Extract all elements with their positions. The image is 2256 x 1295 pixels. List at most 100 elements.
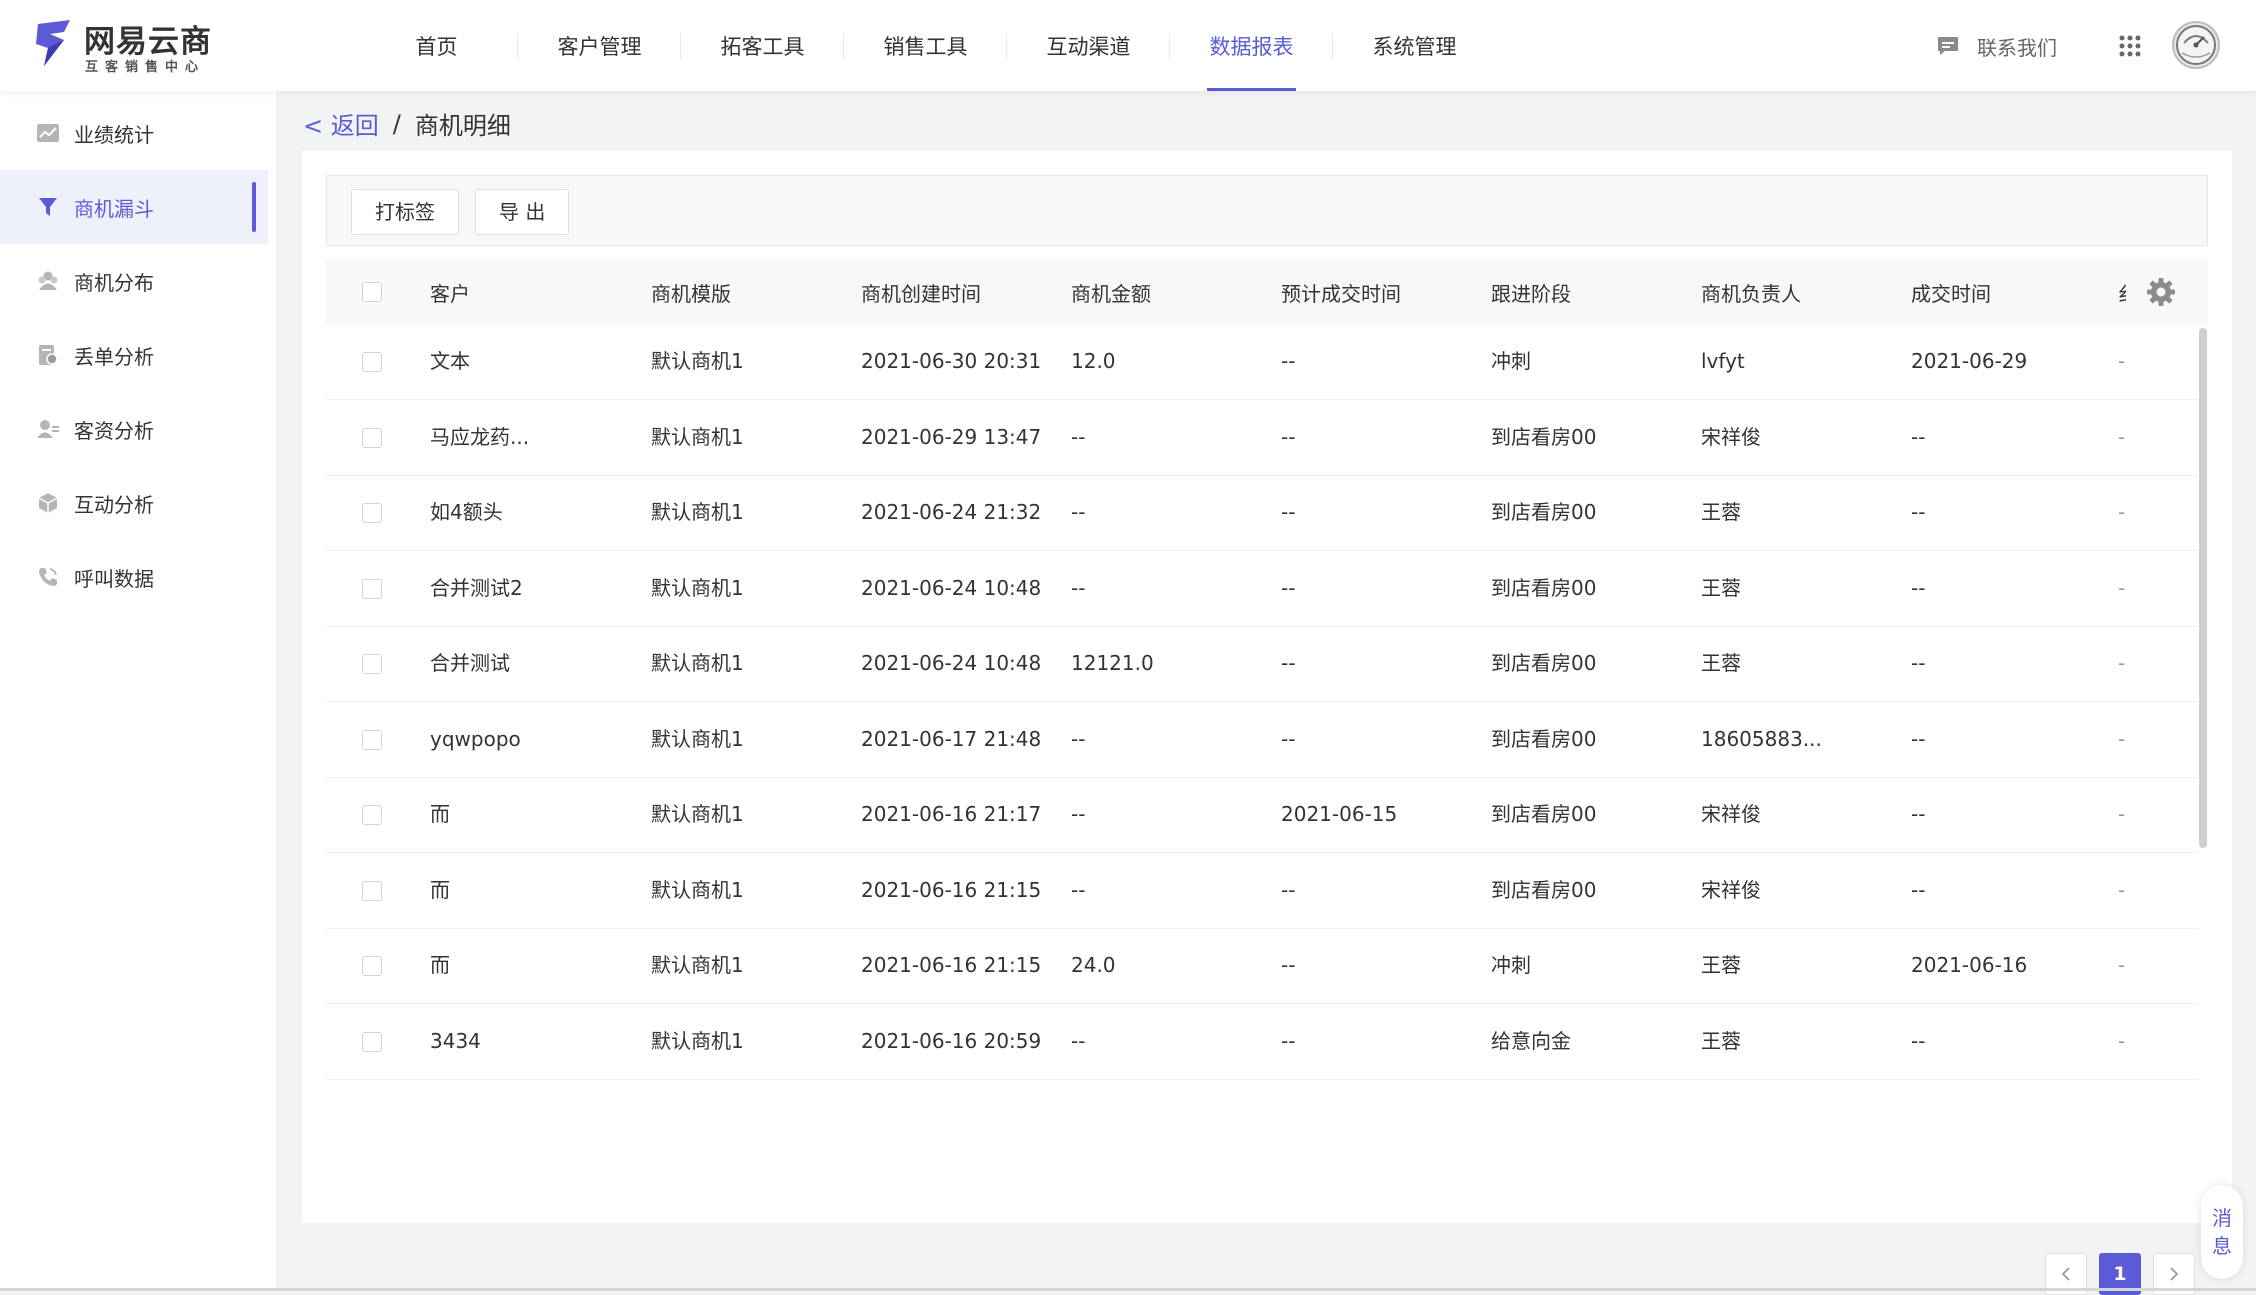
table-row[interactable]: 3434 默认商机1 2021-06-16 20:59 -- -- 给意向金 王蓉 -- - [326, 1005, 2198, 1080]
table-cell: -- [1281, 953, 1296, 977]
table-cell: 2021-06-24 10:48 [861, 575, 1042, 600]
sidebar-item-label: 业绩统计 [74, 122, 154, 147]
gear-icon[interactable] [2146, 277, 2176, 307]
sidebar-item-lost-orders[interactable]: 丢单分析 [0, 318, 268, 392]
table-cell: 2021-06-29 13:47 [861, 424, 1042, 449]
sidebar-item-calls[interactable]: 呼叫数据 [0, 540, 268, 614]
nav-sales-tools[interactable]: 销售工具 [844, 0, 1007, 91]
table-cell: 2021-06-15 [1281, 802, 1398, 826]
sidebar-item-distribution[interactable]: 商机分布 [0, 244, 268, 318]
table-cell: 2021-06-16 21:15 [861, 877, 1042, 902]
table-cell: 王蓉 [1701, 575, 1741, 600]
table-cell: - [2118, 877, 2126, 902]
nav-customers[interactable]: 客户管理 [518, 0, 681, 91]
table-cell: 12.0 [1071, 349, 1116, 373]
row-checkbox[interactable] [362, 427, 382, 448]
column-header[interactable]: 商机负责人 [1701, 259, 1801, 325]
table-cell: 王蓉 [1701, 1028, 1741, 1053]
contact-us-button[interactable]: 联系我们 [1937, 30, 2057, 62]
export-button[interactable]: 导 出 [475, 189, 570, 235]
table-cell: 默认商机1 [651, 500, 744, 524]
phone-icon [36, 565, 60, 589]
table-cell: 到店看房00 [1491, 726, 1597, 751]
column-header[interactable]: 客户 [430, 259, 470, 325]
table-cell: - [2118, 424, 2126, 449]
sidebar-item-performance[interactable]: 业绩统计 [0, 96, 268, 170]
breadcrumb: < 返回 / 商机明细 [303, 106, 511, 141]
table-cell: -- [1071, 802, 1086, 826]
table-cell: - [2118, 953, 2126, 977]
apps-grid-icon[interactable] [2119, 35, 2141, 57]
sidebar-item-funnel[interactable]: 商机漏斗 [0, 170, 268, 244]
row-checkbox[interactable] [362, 503, 382, 523]
table-cell: - [2118, 651, 2126, 675]
table-cell: 冲刺 [1491, 349, 1531, 373]
table-cell: 合并测试 [430, 651, 510, 675]
table-row[interactable]: 而默认商机1 2021-06-16 21:15 -- -- 到店看房00 宋祥俊 -- - [326, 854, 2198, 929]
sidebar-item-interaction[interactable]: 互动分析 [0, 466, 268, 540]
row-checkbox[interactable] [362, 880, 382, 901]
table-row[interactable]: 而 默认商机1 2021-06-16 21:15 24.0 -- 冲刺 王蓉 2021-06-… [326, 929, 2198, 1004]
table-row[interactable]: 合并测试 默认商机1 2021-06-24 10:48 12121.0 -- 到店看房00… [326, 627, 2198, 702]
table-cell: -- [1911, 500, 1926, 524]
table-cell: - [2118, 575, 2126, 600]
user-avatar[interactable] [2172, 21, 2220, 69]
sidebar: 业绩统计 商机漏斗 商机分布 丢单分析 客资分析 互动分析 呼叫数据 [0, 91, 276, 1291]
table-cell: 2021-06-16 21:17 [861, 802, 1042, 826]
row-checkbox[interactable] [362, 729, 382, 750]
nav-prospecting[interactable]: 拓客工具 [681, 0, 844, 91]
nav-channels[interactable]: 互动渠道 [1007, 0, 1170, 91]
contact-label: 联系我们 [1977, 35, 2057, 60]
nav-active-indicator [1207, 88, 1296, 91]
nav-system[interactable]: 系统管理 [1333, 0, 1496, 91]
column-header[interactable]: 商机金额 [1071, 259, 1151, 325]
nav-label: 系统管理 [1372, 35, 1457, 59]
nav-label: 客户管理 [557, 35, 642, 59]
row-checkbox[interactable] [362, 805, 382, 825]
message-button[interactable]: 消 息 [2201, 1185, 2243, 1279]
table-row[interactable]: 文本 默认商机1 2021-06-30 20:31 12.0 -- 冲刺 lvfyt 2021… [326, 325, 2198, 400]
table-cell: -- [1911, 651, 1926, 675]
table-row[interactable]: 如4额头 默认商机1 2021-06-24 21:32 -- -- 到店看房00 王蓉 -- - [326, 476, 2198, 551]
sidebar-item-lead-analysis[interactable]: 客资分析 [0, 392, 268, 466]
table-cell: 合并测试2 [430, 575, 523, 600]
table-row[interactable]: 而 默认商机1 2021-06-16 21:17 -- 2021-06-15 到店看房00… [326, 778, 2198, 853]
table-cell: -- [1281, 1028, 1296, 1053]
table-cell: 2021-06-24 21:32 [861, 500, 1042, 524]
row-checkbox[interactable] [362, 654, 382, 674]
vertical-scrollbar[interactable] [2199, 328, 2207, 848]
nav-home[interactable]: 首页 [355, 0, 518, 91]
table-cell: 而 [430, 953, 450, 977]
column-header[interactable]: 商机模版 [651, 259, 731, 325]
funnel-icon [36, 195, 60, 219]
column-header[interactable]: 预计成交时间 [1281, 259, 1401, 325]
table-cell: 2021-06-24 10:48 [861, 651, 1042, 675]
brand-logo[interactable]: 网易云商 互客销售中心 [34, 16, 224, 76]
row-checkbox[interactable] [362, 956, 382, 976]
row-checkbox[interactable] [362, 1031, 382, 1052]
table-cell: 默认商机1 [651, 802, 744, 826]
table-cell: 2021-06-17 21:48 [861, 726, 1042, 751]
page-title: 商机明细 [414, 112, 511, 140]
column-header[interactable]: 纟 [2118, 259, 2126, 325]
column-header[interactable]: 跟进阶段 [1491, 259, 1571, 325]
column-header[interactable]: 商机创建时间 [861, 259, 981, 325]
tag-button[interactable]: 打标签 [351, 189, 459, 235]
column-header[interactable]: 成交时间 [1911, 259, 1991, 325]
row-checkbox[interactable] [362, 578, 382, 599]
table-row[interactable]: yqwpopo 默认商机1 2021-06-17 21:48 -- -- 到店看房00 18… [326, 703, 2198, 778]
table-row[interactable]: 合并测试2 默认商机1 2021-06-24 10:48 -- -- 到店看房00 王蓉 --… [326, 552, 2198, 627]
people-icon [36, 269, 60, 293]
table-cell: 王蓉 [1701, 953, 1741, 977]
select-all-checkbox[interactable] [362, 282, 382, 302]
table-cell: 到店看房00 [1491, 424, 1597, 449]
table-row[interactable]: 马应龙药... 默认商机1 2021-06-29 13:47 -- -- 到店看房00 宋祥… [326, 401, 2198, 476]
nav-reports[interactable]: 数据报表 [1170, 0, 1333, 91]
table-cell: - [2118, 1028, 2126, 1053]
table-cell: 王蓉 [1701, 651, 1741, 675]
row-checkbox[interactable] [362, 352, 382, 372]
table-cell: 18605883... [1701, 726, 1822, 751]
table-cell: 马应龙药... [430, 424, 530, 449]
back-link[interactable]: < 返回 [303, 106, 379, 141]
table-cell: 文本 [430, 349, 470, 373]
